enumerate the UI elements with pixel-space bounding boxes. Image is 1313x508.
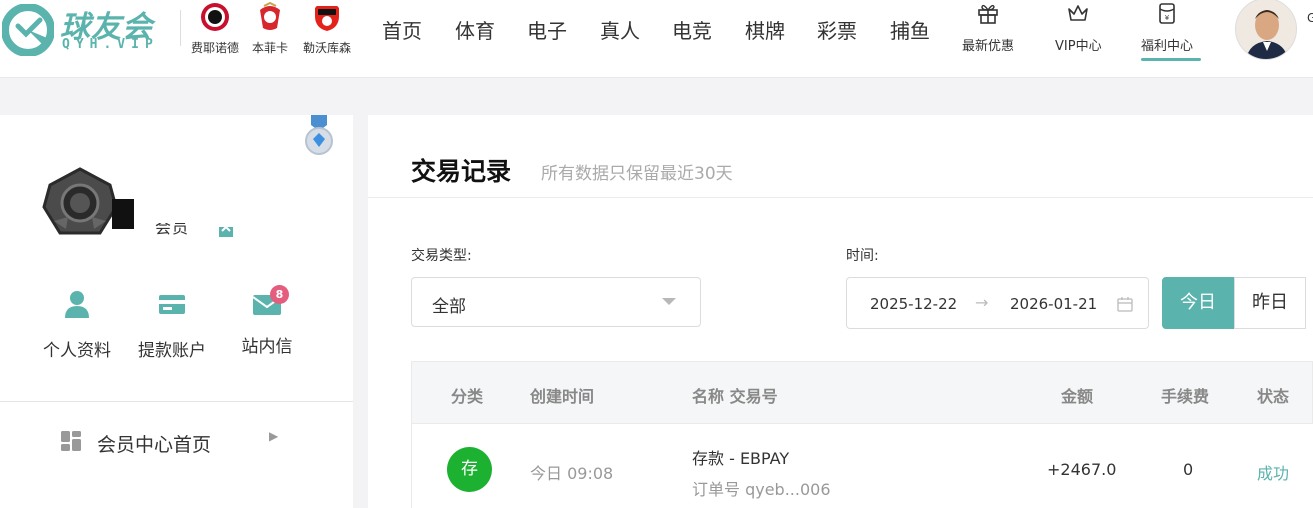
benfica-badge-icon [260, 1, 280, 30]
quick-link-inbox[interactable]: 8 站内信 [222, 285, 312, 357]
active-promo-underline [1141, 58, 1201, 61]
sidebar-item-member-home[interactable]: 会员中心首页 ▶ [0, 415, 353, 471]
promo-welfare-center[interactable]: ¥ 福利中心 [1141, 2, 1193, 54]
caret-down-icon [662, 298, 676, 305]
quick-range-today-button[interactable]: 今日 [1162, 277, 1234, 329]
quick-link-withdraw-account[interactable]: 提款账户 [127, 290, 217, 361]
club-name: 费耶诺德 [190, 41, 239, 55]
quick-link-label: 个人资料 [43, 341, 111, 361]
unread-count-badge: 8 [270, 285, 289, 304]
column-header-name: 名称 交易号 [692, 387, 778, 406]
leverkusen-badge-icon [315, 6, 339, 31]
promo-label: 最新优惠 [962, 39, 1015, 54]
brand-logo-icon[interactable] [2, 4, 54, 56]
panel-title-bar: 交易记录 所有数据只保留最近30天 [368, 115, 1313, 198]
header-edge-text: G [1307, 11, 1313, 25]
username-redacted [112, 199, 134, 229]
calendar-icon[interactable] [1117, 296, 1133, 312]
promo-vip-center[interactable]: VIP中心 [1055, 2, 1102, 54]
chevron-right-icon: ▶ [269, 429, 279, 443]
transactions-panel: 交易记录 所有数据只保留最近30天 交易类型: 全部 时间: 2025-12-2… [368, 115, 1313, 508]
club-leverkusen[interactable]: 勒沃库森 [297, 2, 357, 56]
member-sidebar: 会员 个人资料 提款账户 8 站内信 会员中心首页 ▶ [0, 115, 353, 508]
nav-cards[interactable]: 棋牌 [745, 15, 785, 44]
arrow-right-icon: → [975, 293, 989, 312]
table-header: 分类 创建时间 名称 交易号 金额 手续费 状态 [411, 361, 1313, 424]
club-name: 本菲卡 [251, 41, 288, 55]
column-header-created: 创建时间 [530, 387, 595, 406]
top-header: 球友会 QYH.VIP 费耶诺德 本菲卡 勒沃库森 首页 体育 电子 真人 电竞… [0, 0, 1313, 78]
nav-slots[interactable]: 电子 [527, 15, 567, 44]
date-range-picker[interactable]: 2025-12-22 → 2026-01-21 [846, 277, 1149, 329]
feyenoord-badge-icon [201, 3, 229, 31]
gift-icon [978, 4, 998, 24]
member-level-text: 会员 [155, 223, 190, 237]
avatar-portrait-icon [1236, 0, 1296, 59]
card-icon [159, 295, 185, 314]
created-time: 今日 09:08 [530, 464, 614, 483]
fee: 0 [1183, 460, 1194, 479]
transaction-name: 存款 - EBPAY [692, 449, 790, 468]
nav-live-casino[interactable]: 真人 [600, 15, 640, 44]
red-packet-icon: ¥ [1159, 3, 1175, 24]
brand-subtitle: QYH.VIP [62, 37, 159, 52]
user-avatar[interactable] [1235, 0, 1297, 60]
promo-label: VIP中心 [1055, 39, 1102, 54]
level-badge-icon [219, 225, 233, 237]
nav-lottery[interactable]: 彩票 [817, 15, 857, 44]
select-value: 全部 [432, 297, 466, 317]
logo-divider [180, 10, 181, 46]
user-icon [65, 291, 89, 318]
nav-sports[interactable]: 体育 [455, 15, 495, 44]
dashboard-icon [61, 431, 81, 451]
nav-esports[interactable]: 电竞 [672, 15, 712, 44]
sidebar-divider [0, 401, 353, 402]
sidebar-item-label: 会员中心首页 [97, 434, 212, 456]
order-number: 订单号 qyeb...006 [692, 480, 831, 499]
column-header-amount: 金额 [1061, 387, 1094, 406]
deposit-category-badge: 存 [447, 447, 492, 492]
crown-icon [1068, 5, 1089, 21]
mail-icon-wrap: 8 [251, 285, 289, 318]
nav-fishing[interactable]: 捕鱼 [890, 15, 930, 44]
level-avatar-icon[interactable] [40, 167, 120, 239]
club-name: 勒沃库森 [302, 41, 351, 55]
club-feyenoord[interactable]: 费耶诺德 [185, 2, 245, 56]
svg-text:¥: ¥ [1165, 14, 1170, 22]
vip-medal-icon[interactable] [303, 115, 335, 159]
status-success[interactable]: 成功 [1257, 460, 1289, 484]
club-benfica[interactable]: 本菲卡 [240, 1, 300, 56]
quick-link-label: 站内信 [241, 337, 293, 357]
column-header-fee: 手续费 [1161, 387, 1210, 406]
promo-label: 福利中心 [1141, 39, 1194, 54]
promo-latest-offers[interactable]: 最新优惠 [962, 2, 1014, 54]
page-subtitle: 所有数据只保留最近30天 [541, 164, 733, 184]
column-header-category: 分类 [451, 387, 484, 406]
quick-link-label: 提款账户 [138, 341, 206, 361]
date-from-input[interactable]: 2025-12-22 [870, 295, 957, 313]
transaction-type-label: 交易类型: [411, 248, 472, 264]
quick-link-profile[interactable]: 个人资料 [32, 290, 122, 361]
table-row[interactable]: 存 今日 09:08 存款 - EBPAY 订单号 qyeb...006 +24… [411, 424, 1313, 508]
date-to-input[interactable]: 2026-01-21 [1010, 295, 1097, 313]
nav-home[interactable]: 首页 [382, 15, 422, 44]
page-title: 交易记录 [411, 157, 512, 186]
quick-range-yesterday-button[interactable]: 昨日 [1234, 277, 1306, 329]
amount: +2467.0 [1047, 460, 1117, 479]
time-label: 时间: [846, 248, 879, 264]
transaction-type-select[interactable]: 全部 [411, 277, 701, 327]
column-header-status: 状态 [1257, 387, 1290, 406]
